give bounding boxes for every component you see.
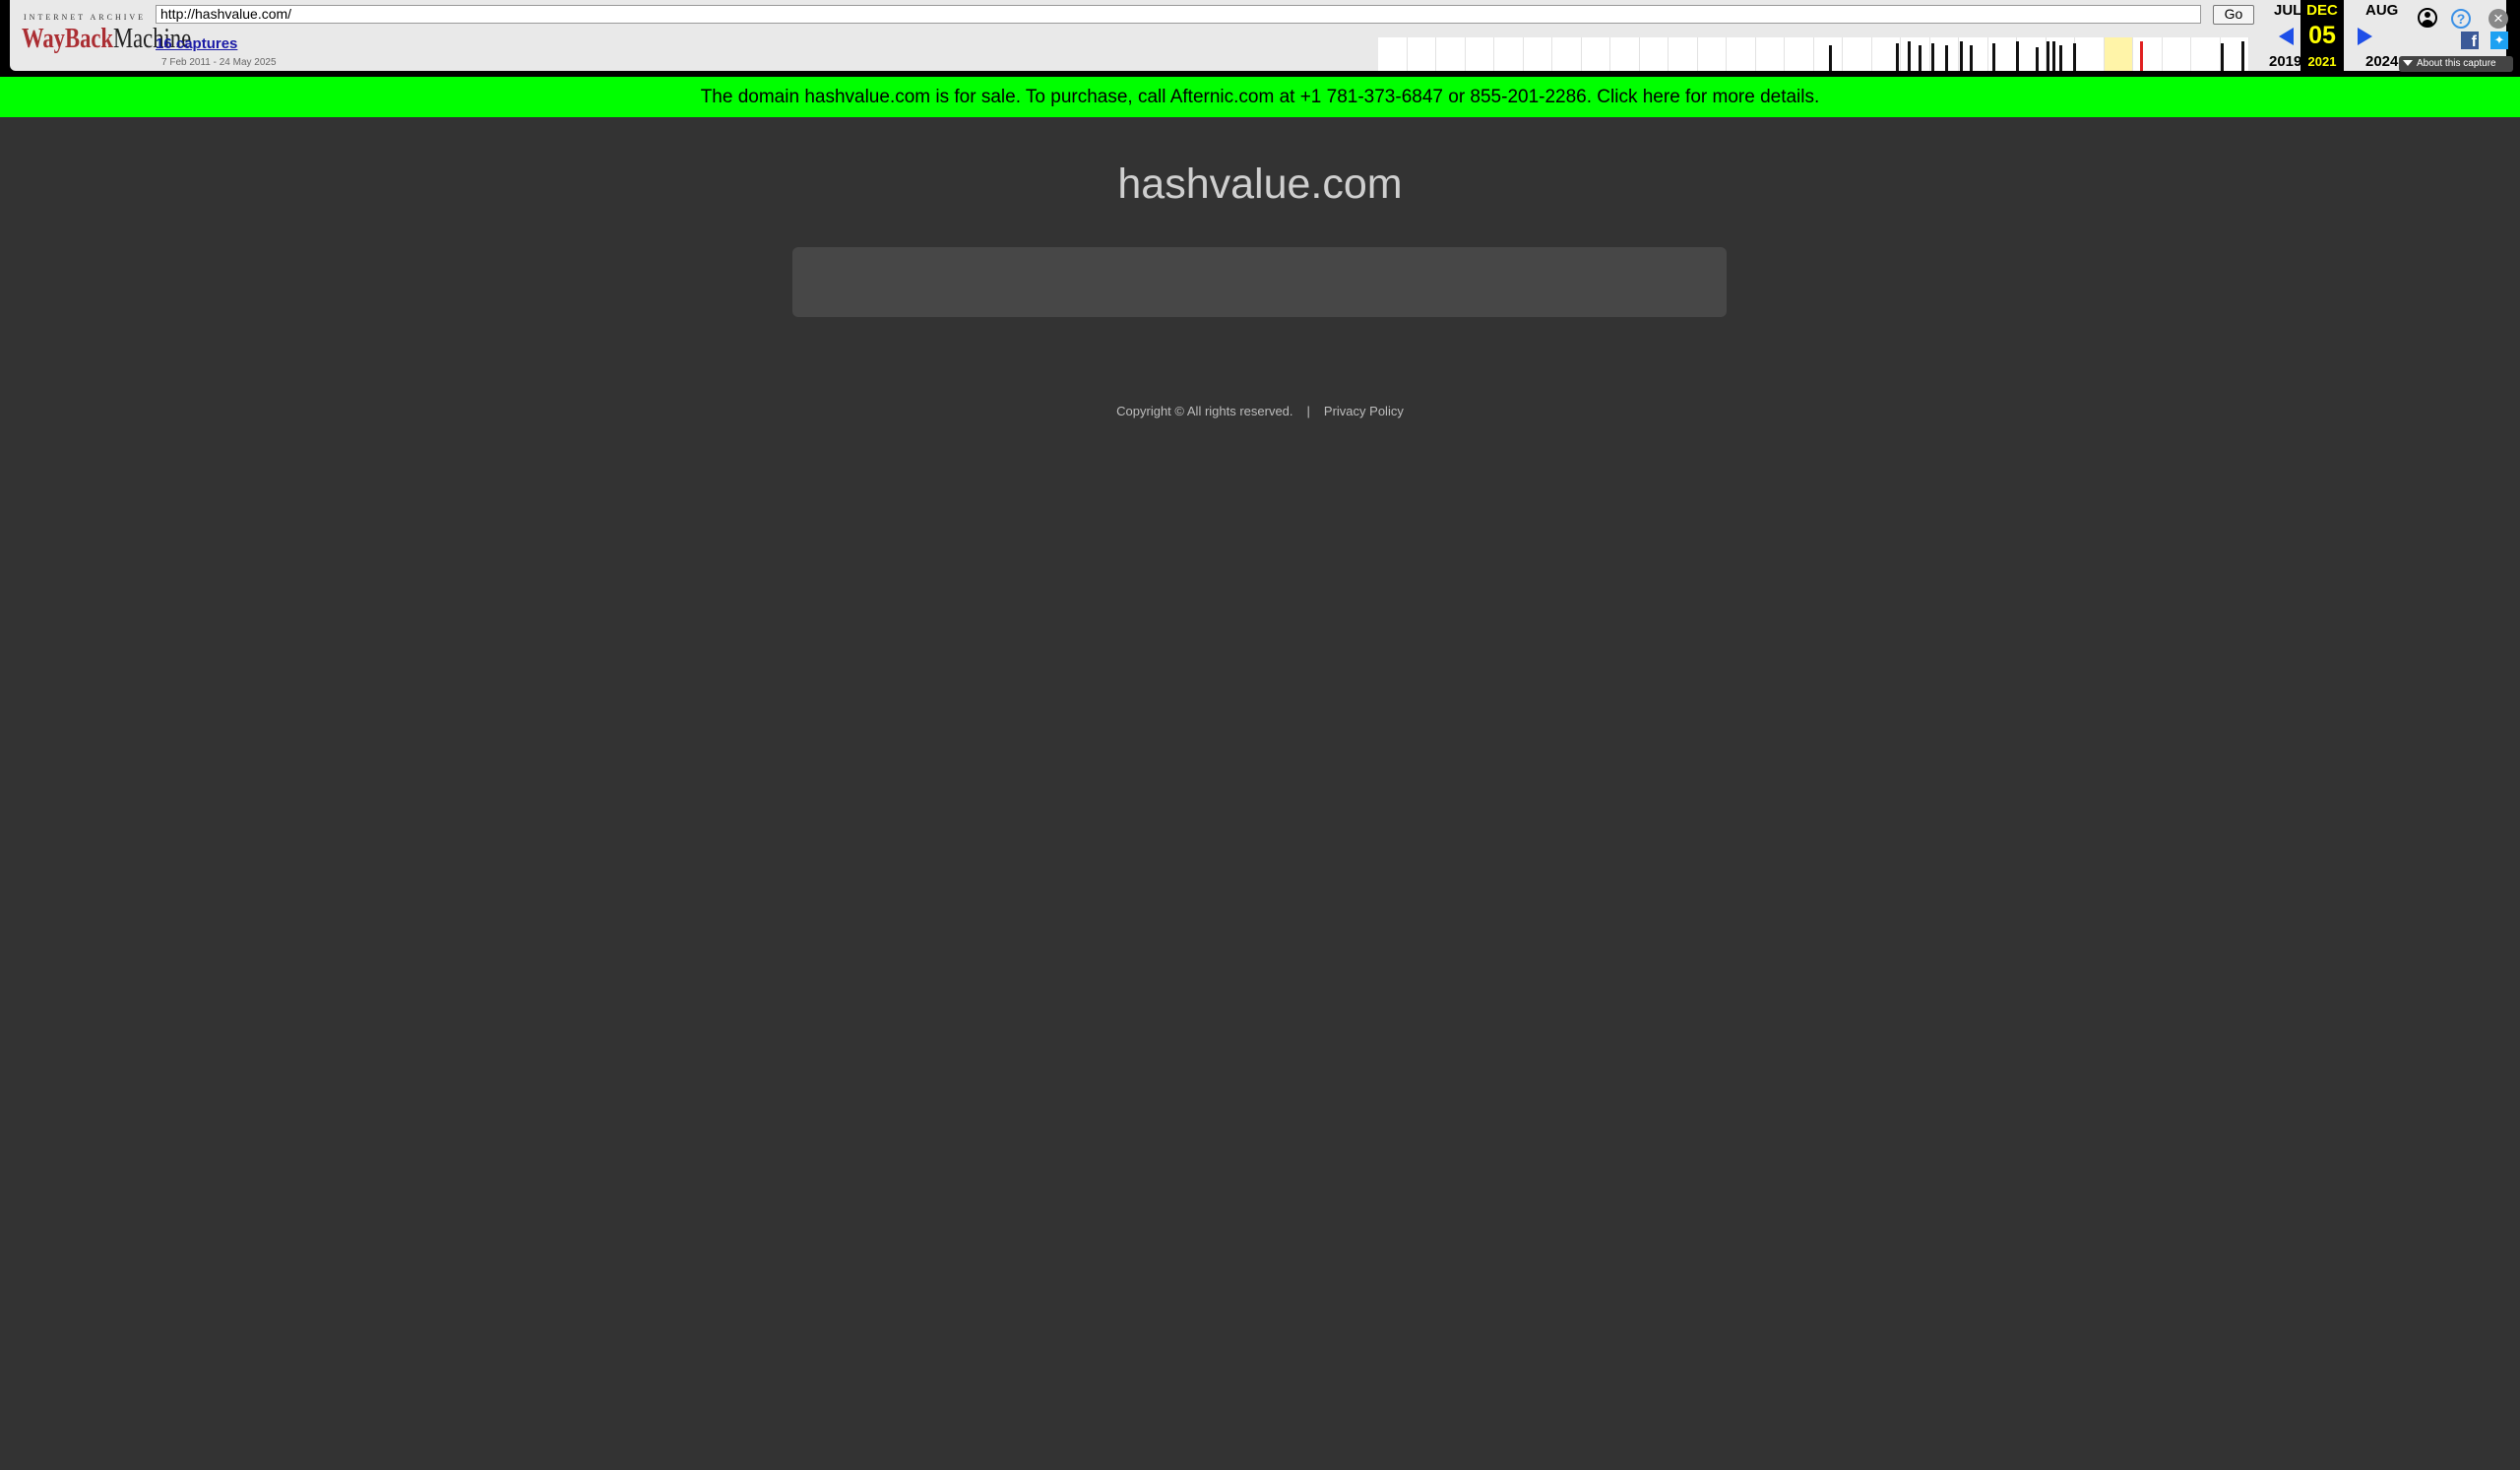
sparkline-year-cell[interactable] <box>1378 37 1408 71</box>
captures-link[interactable]: 16 captures <box>156 35 237 52</box>
sparkline-year-cell[interactable] <box>1727 37 1756 71</box>
facebook-icon[interactable]: f <box>2461 32 2479 50</box>
chevron-down-icon <box>2403 60 2413 67</box>
sparkline-year-cell[interactable] <box>1901 37 1930 71</box>
twitter-icon[interactable]: ✦ <box>2490 32 2508 49</box>
sparkline-year-cell[interactable] <box>1669 37 1698 71</box>
url-input[interactable]: http://hashvalue.com/ <box>156 5 2201 24</box>
help-icon[interactable]: ? <box>2451 9 2471 29</box>
sparkline-capture-tick[interactable] <box>1970 45 1973 71</box>
prev-capture-arrow-icon[interactable] <box>2279 28 2294 45</box>
prev-month-label[interactable]: JUL <box>2274 2 2301 19</box>
sparkline-capture-tick[interactable] <box>2059 45 2062 71</box>
sparkline-year-cell[interactable] <box>1697 37 1727 71</box>
sparkline-capture-tick[interactable] <box>1945 45 1948 71</box>
sparkline-year-cell[interactable] <box>2220 37 2249 71</box>
sparkline-year-cell[interactable] <box>1523 37 1552 71</box>
next-capture-arrow-icon[interactable] <box>2358 28 2372 45</box>
current-capture-date: DEC 05 2021 <box>2300 0 2344 71</box>
capture-sparkline[interactable] <box>1378 37 2249 71</box>
sparkline-capture-tick[interactable] <box>1992 43 1995 71</box>
sparkline-year-cell[interactable] <box>2162 37 2191 71</box>
sparkline-year-cell[interactable] <box>2191 37 2221 71</box>
logo-internet-archive-text: INTERNET ARCHIVE <box>24 13 147 22</box>
sparkline-capture-tick[interactable] <box>1960 41 1963 71</box>
sparkline-year-cell[interactable] <box>1755 37 1785 71</box>
footer-separator: | <box>1306 404 1310 418</box>
user-icon[interactable] <box>2418 8 2437 28</box>
page-title: hashvalue.com <box>1117 160 1403 208</box>
sparkline-year-cell[interactable] <box>1610 37 1640 71</box>
sparkline-year-cell[interactable] <box>1407 37 1436 71</box>
sparkline-capture-tick[interactable] <box>2047 41 2049 71</box>
search-box-placeholder <box>792 247 1727 317</box>
wayback-logo[interactable]: INTERNET ARCHIVE WayBackMachine <box>22 8 191 61</box>
prev-year-label[interactable]: 2019 <box>2269 53 2301 70</box>
sparkline-year-cell[interactable] <box>2104 37 2133 71</box>
capture-date-range: 7 Feb 2011 - 24 May 2025 <box>161 57 277 68</box>
sparkline-year-cell[interactable] <box>2075 37 2105 71</box>
sparkline-capture-tick[interactable] <box>2140 41 2143 71</box>
sparkline-year-cell[interactable] <box>1552 37 1582 71</box>
sparkline-capture-tick[interactable] <box>1829 45 1832 71</box>
sparkline-capture-tick[interactable] <box>1931 43 1934 71</box>
close-icon[interactable]: × <box>2488 9 2508 29</box>
footer: Copyright © All rights reserved. | Privacy… <box>0 404 2520 418</box>
next-month-label[interactable]: AUG <box>2365 2 2398 19</box>
current-year-label: 2021 <box>2307 54 2337 69</box>
sparkline-year-cell[interactable] <box>1785 37 1814 71</box>
sparkline-capture-tick[interactable] <box>1896 43 1899 71</box>
sparkline-capture-tick[interactable] <box>1919 45 1922 71</box>
sparkline-year-cell[interactable] <box>1436 37 1466 71</box>
sparkline-capture-tick[interactable] <box>2016 41 2019 71</box>
next-year-label[interactable]: 2024 <box>2365 53 2398 70</box>
about-capture-button[interactable]: About this capture <box>2399 56 2513 72</box>
sparkline-capture-tick[interactable] <box>2036 47 2039 71</box>
sparkline-year-cell[interactable] <box>1843 37 1872 71</box>
sparkline-capture-tick[interactable] <box>2241 41 2244 71</box>
wayback-toolbar: INTERNET ARCHIVE WayBackMachine http://h… <box>0 0 2520 77</box>
wayback-toolbar-panel: INTERNET ARCHIVE WayBackMachine http://h… <box>10 0 2513 72</box>
current-month-label: DEC <box>2306 2 2338 19</box>
sparkline-year-cell[interactable] <box>1959 37 1988 71</box>
go-button[interactable]: Go <box>2213 5 2254 25</box>
sparkline-year-cell[interactable] <box>1494 37 1524 71</box>
sparkline-year-cell[interactable] <box>2017 37 2047 71</box>
sparkline-capture-tick[interactable] <box>1908 41 1911 71</box>
sparkline-capture-tick[interactable] <box>2221 43 2224 71</box>
domain-for-sale-banner[interactable]: The domain hashvalue.com is for sale. To… <box>0 77 2520 117</box>
privacy-policy-link[interactable]: Privacy Policy <box>1324 404 1404 418</box>
sparkline-year-cell[interactable] <box>1581 37 1610 71</box>
sparkline-year-cell[interactable] <box>1639 37 1669 71</box>
sparkline-year-cell[interactable] <box>1465 37 1494 71</box>
copyright-text: Copyright © All rights reserved. <box>1116 404 1293 418</box>
sparkline-capture-tick[interactable] <box>2052 41 2055 71</box>
sparkline-capture-tick[interactable] <box>2073 43 2076 71</box>
current-day-label: 05 <box>2308 22 2336 49</box>
sparkline-year-cell[interactable] <box>2133 37 2163 71</box>
